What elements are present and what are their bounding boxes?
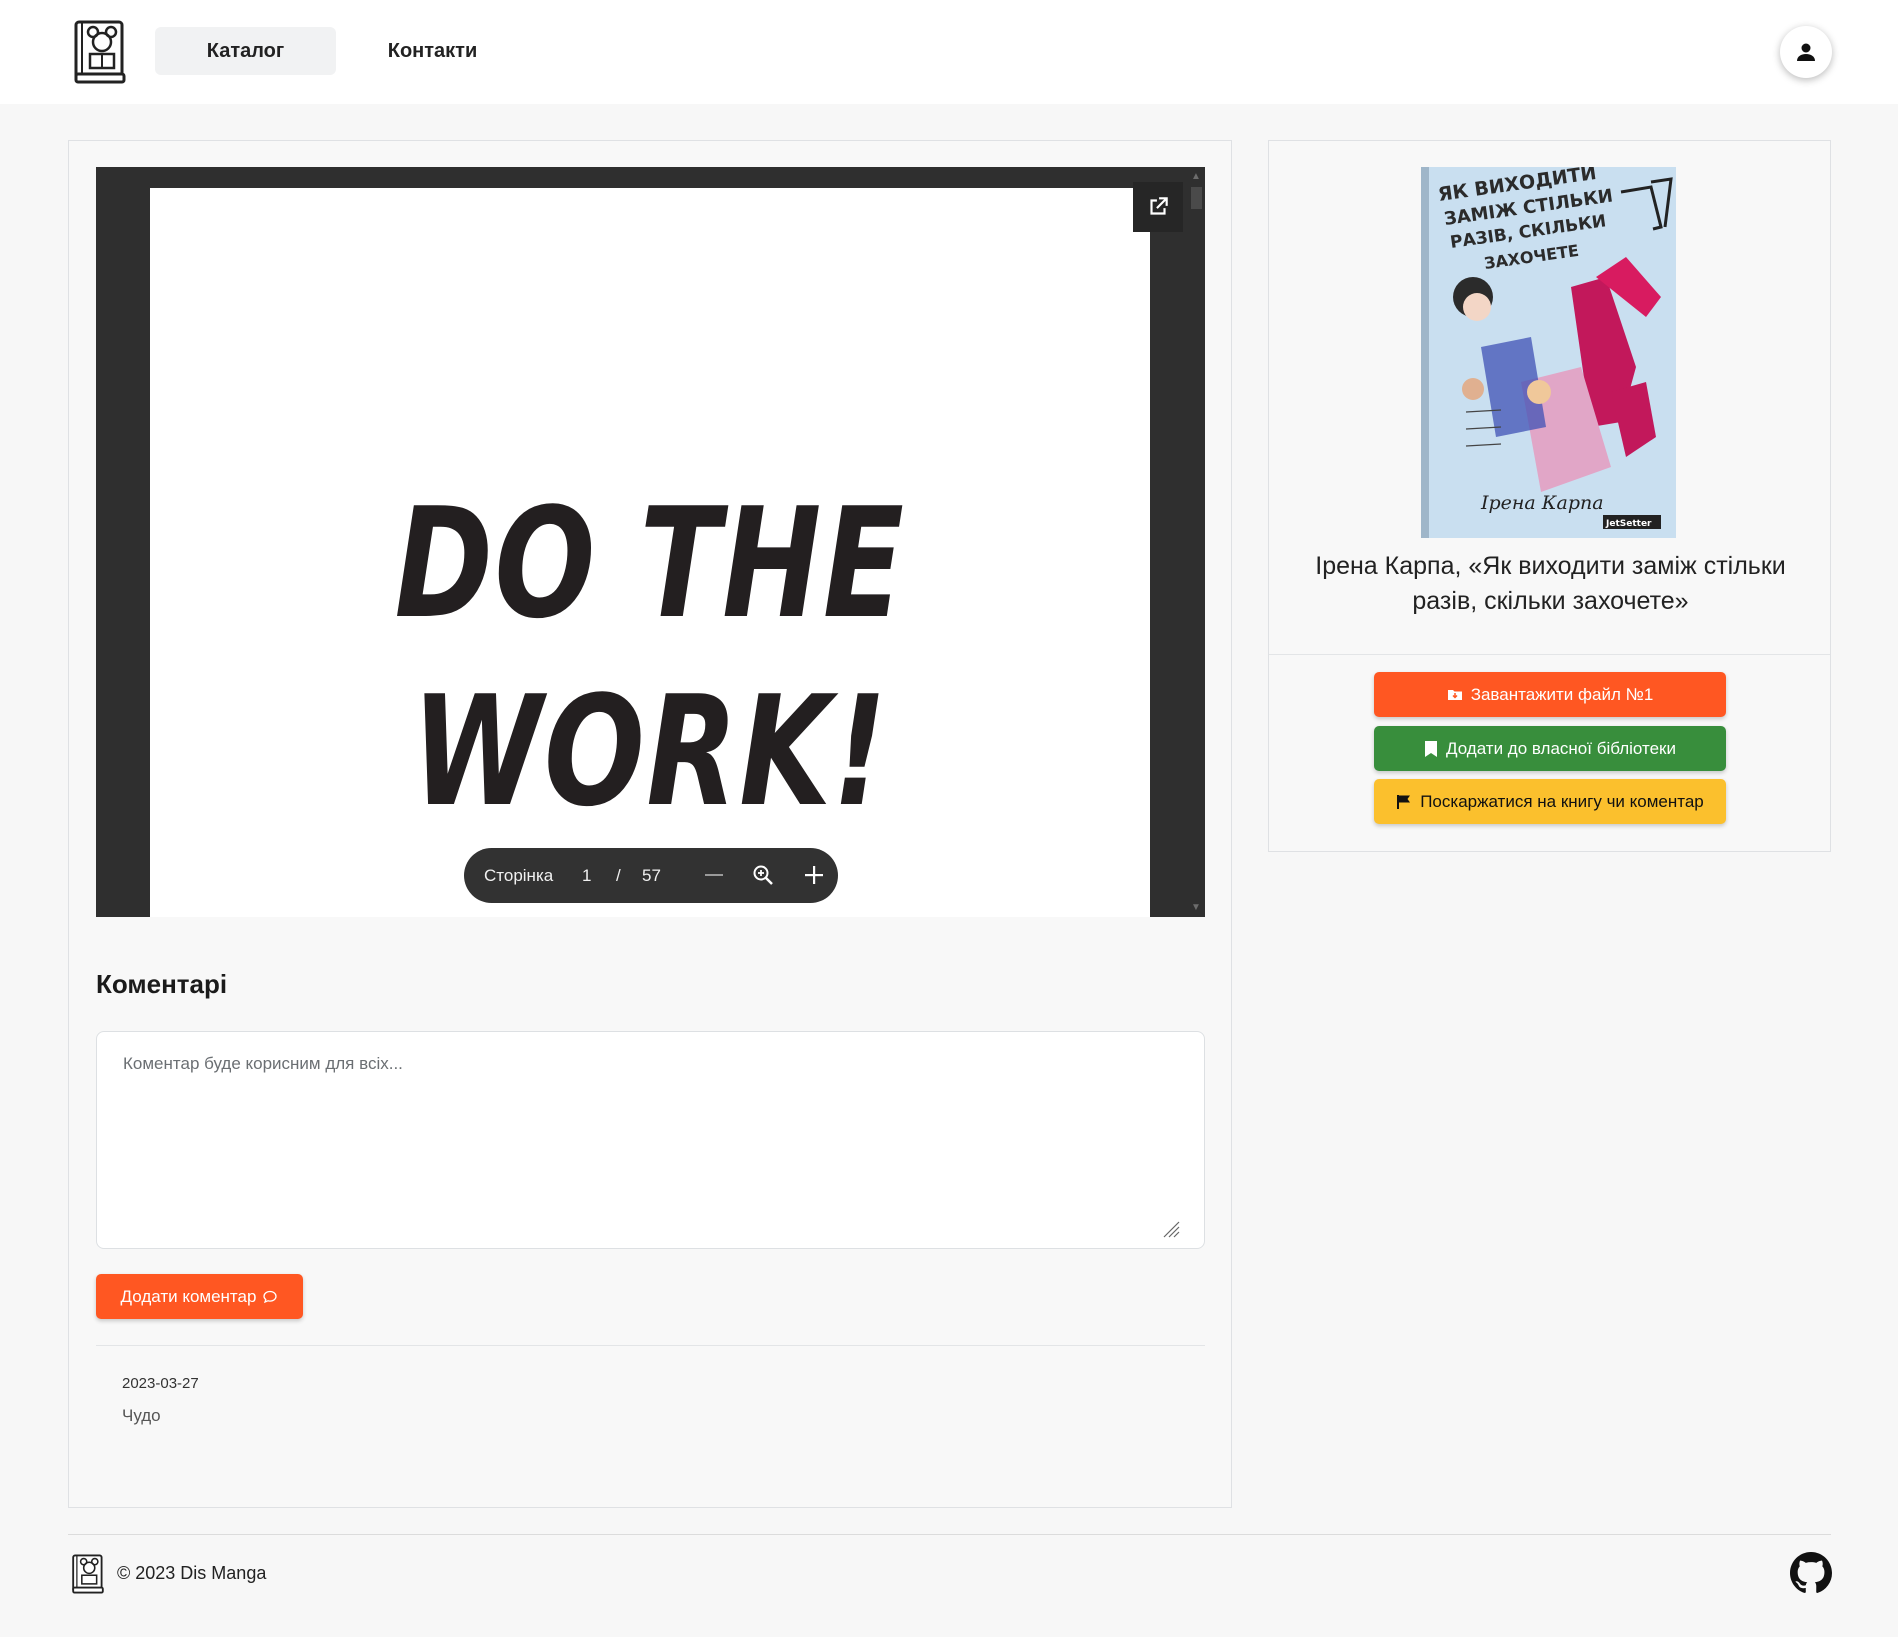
nav-contacts[interactable]: Контакти — [370, 27, 495, 75]
scroll-thumb[interactable] — [1191, 187, 1202, 209]
zoom-out-button[interactable] — [701, 862, 727, 888]
comment-field-container — [96, 1031, 1205, 1249]
comment-text: Чудо — [122, 1406, 161, 1425]
pdf-page: DO THE WORK! — [150, 188, 1150, 917]
plus-icon — [805, 866, 823, 884]
folder-download-icon — [1447, 689, 1462, 700]
reader-panel: DO THE WORK! ▲ ▼ Сторінка 1 / 57 Комента… — [68, 140, 1232, 1508]
open-external-icon — [1150, 197, 1168, 215]
book-cover-image: ЯК ВИХОДИТИ ЗАМІЖ СТІЛЬКИ РАЗІВ, СКІЛЬКИ… — [1421, 167, 1676, 538]
flag-icon — [1397, 794, 1411, 809]
nav-catalog[interactable]: Каталог — [155, 27, 336, 75]
add-to-library-label: Додати до власної бібліотеки — [1446, 738, 1676, 758]
add-comment-label: Додати коментар — [120, 1286, 257, 1306]
open-external-button[interactable] — [1133, 182, 1183, 232]
zoom-in-icon — [753, 865, 773, 885]
comment-icon — [263, 1290, 278, 1303]
scroll-up-icon[interactable]: ▲ — [1191, 171, 1201, 182]
pdf-viewer[interactable]: DO THE WORK! ▲ ▼ Сторінка 1 / 57 — [96, 167, 1205, 917]
footer-divider — [68, 1534, 1831, 1535]
scroll-down-icon[interactable]: ▼ — [1191, 902, 1201, 913]
footer-logo-icon — [72, 1554, 104, 1594]
book-info-panel: ЯК ВИХОДИТИ ЗАМІЖ СТІЛЬКИ РАЗІВ, СКІЛЬКИ… — [1268, 140, 1831, 852]
comment-input[interactable] — [97, 1032, 1204, 1248]
add-to-library-button[interactable]: Додати до власної бібліотеки — [1374, 726, 1726, 771]
pdf-scrollbar[interactable]: ▲ ▼ — [1188, 167, 1205, 917]
footer-copyright: © 2023 Dis Manga — [117, 1563, 267, 1583]
book-panel-divider — [1269, 654, 1830, 655]
pdf-page-heading-line1: DO THE — [394, 475, 906, 652]
pdf-page-toolbar: Сторінка 1 / 57 — [464, 848, 838, 903]
svg-text:JetSetter: JetSetter — [1605, 519, 1652, 529]
svg-text:Ірена Карпа: Ірена Карпа — [1480, 492, 1604, 514]
download-file-button[interactable]: Завантажити файл №1 — [1374, 672, 1726, 717]
download-file-label: Завантажити файл №1 — [1470, 684, 1654, 704]
comments-divider — [96, 1345, 1205, 1346]
resize-handle-icon[interactable] — [1162, 1220, 1180, 1238]
comment-date: 2023-03-27 — [122, 1375, 199, 1392]
report-button[interactable]: Поскаржатися на книгу чи коментар — [1374, 779, 1726, 824]
minus-icon — [705, 874, 723, 876]
page-separator: / — [616, 865, 621, 885]
book-title: Ірена Карпа, «Як виходити заміж стільки … — [1315, 552, 1786, 615]
github-icon[interactable] — [1790, 1552, 1832, 1594]
user-icon — [1797, 43, 1815, 61]
page-label: Сторінка — [484, 865, 554, 885]
book-reader-logo-icon[interactable] — [72, 18, 128, 86]
pdf-page-heading-line2: WORK! — [411, 663, 889, 840]
fit-zoom-button[interactable] — [750, 862, 776, 888]
top-navbar: Каталог Контакти — [0, 0, 1898, 104]
bookmark-icon — [1425, 740, 1438, 757]
add-comment-button[interactable]: Додати коментар — [96, 1274, 303, 1319]
comments-heading: Коментарі — [96, 969, 228, 999]
zoom-in-button[interactable] — [801, 862, 827, 888]
current-page-input[interactable]: 1 — [582, 866, 591, 886]
report-label: Поскаржатися на книгу чи коментар — [1420, 791, 1704, 811]
total-pages: 57 — [642, 865, 661, 885]
profile-button[interactable] — [1780, 26, 1832, 78]
